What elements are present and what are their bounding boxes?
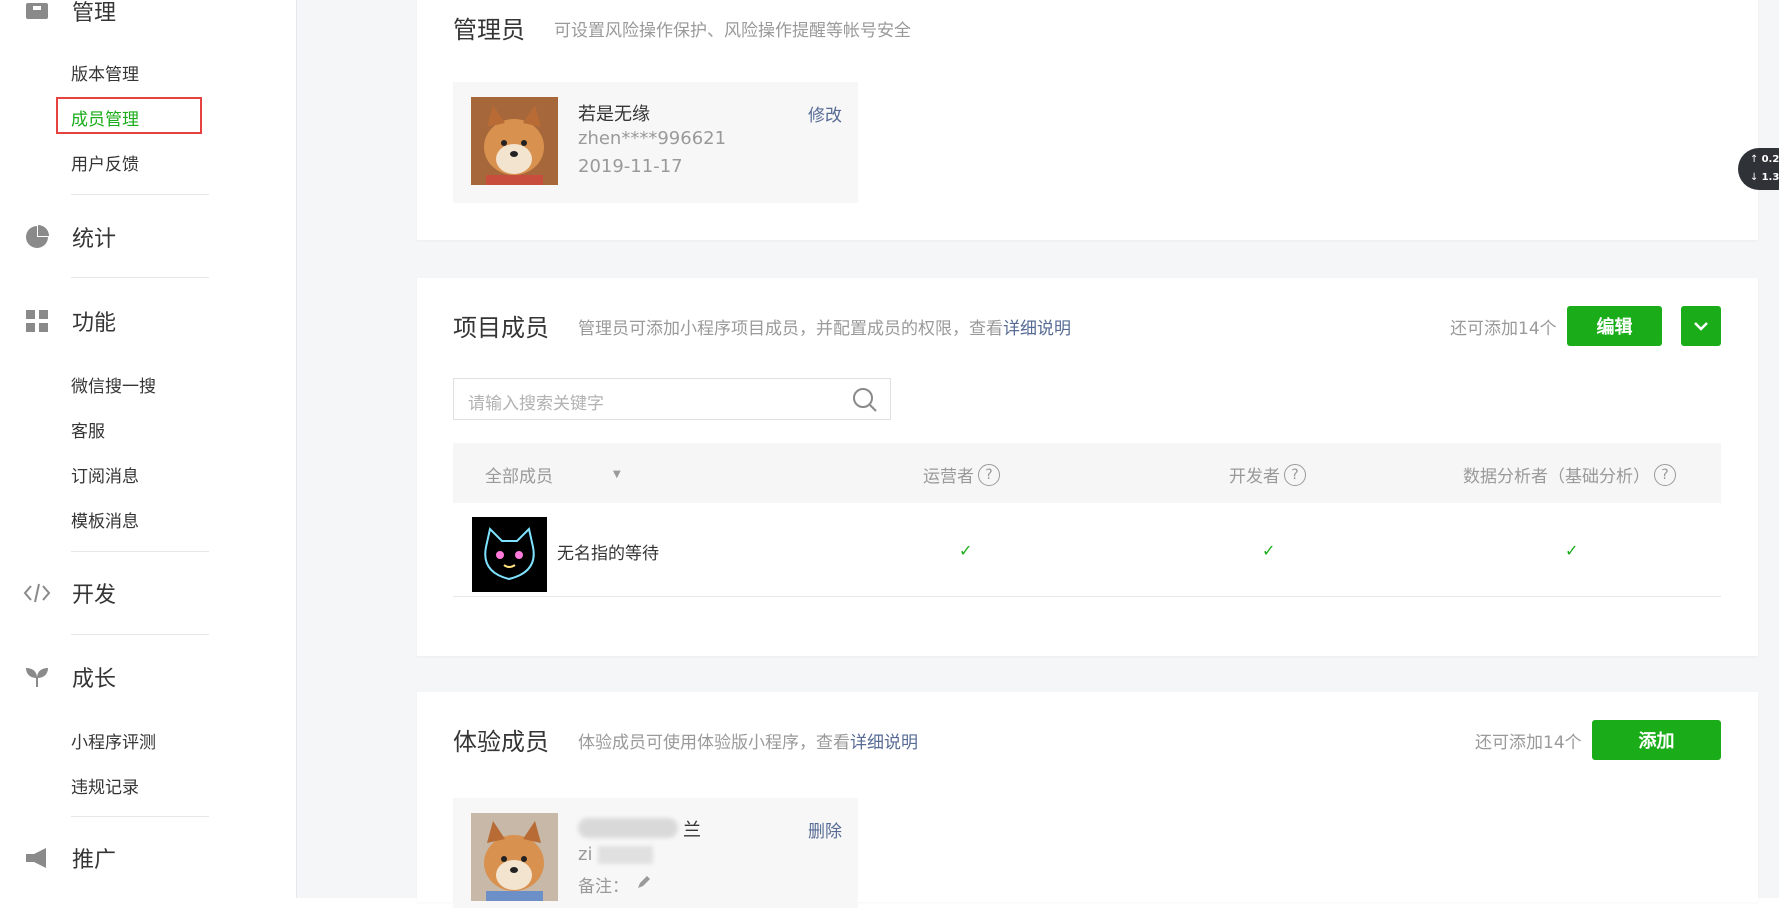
member-name-end: 兰 bbox=[683, 820, 701, 841]
nav-section-growth[interactable]: 成长 bbox=[22, 662, 116, 692]
detail-link[interactable]: 详细说明 bbox=[1003, 319, 1071, 339]
upload-speed: ↑ 0.2 bbox=[1750, 154, 1779, 165]
member-account: zi bbox=[578, 844, 593, 865]
divider bbox=[71, 277, 209, 278]
trial-title: 体验成员 bbox=[453, 728, 549, 756]
megaphone-icon bbox=[22, 843, 52, 873]
upload-value: 0.2 bbox=[1761, 154, 1779, 165]
column-all-label: 全部成员 bbox=[485, 467, 553, 487]
project-desc: 管理员可添加小程序项目成员，并配置成员的权限，查看详细说明 bbox=[578, 314, 1071, 339]
manage-icon bbox=[22, 0, 52, 26]
help-icon[interactable]: ? bbox=[1284, 463, 1306, 486]
help-icon[interactable]: ? bbox=[1654, 463, 1676, 486]
developer-check-icon: ✓ bbox=[1262, 541, 1276, 560]
download-speed: ↓ 1.3 bbox=[1750, 172, 1779, 183]
sidebar-item-review[interactable]: 小程序评测 bbox=[71, 728, 156, 753]
column-developer-label: 开发者 bbox=[1229, 467, 1280, 487]
nav-section-label: 推广 bbox=[72, 848, 117, 873]
trial-members-card: 体验成员 体验成员可使用体验版小程序，查看详细说明 还可添加14个 添加 兰 z… bbox=[417, 692, 1758, 908]
pencil-icon[interactable] bbox=[636, 874, 652, 894]
remain-count: 还可添加14个 bbox=[1475, 733, 1582, 753]
blurred-name bbox=[578, 818, 678, 838]
column-operator-label: 运营者 bbox=[923, 467, 974, 487]
nav-section-label: 开发 bbox=[72, 583, 117, 608]
filter-all-members[interactable]: 全部成员 ▼ bbox=[485, 462, 621, 487]
admin-card: 管理员 可设置风险操作保护、风险操作提醒等帐号安全 若是无缘 zhen****9… bbox=[417, 0, 1758, 240]
network-speed-widget: ↑ 0.2 ↓ 1.3 bbox=[1738, 148, 1779, 190]
admin-desc: 可设置风险操作保护、风险操作提醒等帐号安全 bbox=[554, 21, 911, 41]
edit-button[interactable]: 编辑 bbox=[1567, 306, 1662, 346]
avatar bbox=[471, 813, 558, 901]
member-date: 2019-11-17 bbox=[578, 156, 683, 177]
pie-chart-icon bbox=[22, 222, 52, 252]
search-icon[interactable] bbox=[852, 387, 878, 417]
analyst-check-icon: ✓ bbox=[1565, 541, 1579, 560]
nav-section-promote[interactable]: 推广 bbox=[22, 843, 116, 873]
sidebar-item-violations[interactable]: 违规记录 bbox=[71, 773, 139, 798]
member-account: zhen****996621 bbox=[578, 128, 727, 149]
trial-member-card: 兰 zi 备注： 删除 bbox=[453, 798, 858, 908]
member-name: 若是无缘 bbox=[578, 104, 650, 125]
nav-section-label: 统计 bbox=[72, 227, 117, 252]
chevron-down-icon bbox=[1694, 322, 1708, 331]
delete-member-link[interactable]: 删除 bbox=[808, 817, 842, 842]
detail-link[interactable]: 详细说明 bbox=[850, 733, 918, 753]
member-name: 无名指的等待 bbox=[557, 544, 659, 564]
divider bbox=[71, 634, 209, 635]
dropdown-toggle-button[interactable] bbox=[1681, 306, 1721, 346]
project-members-card: 项目成员 管理员可添加小程序项目成员，并配置成员的权限，查看详细说明 还可添加1… bbox=[417, 278, 1758, 656]
nav-section-label: 管理 bbox=[72, 1, 117, 26]
divider bbox=[71, 551, 209, 552]
sidebar-item-wechat-search[interactable]: 微信搜一搜 bbox=[71, 372, 156, 397]
help-icon[interactable]: ? bbox=[978, 463, 1000, 486]
sidebar-item-version[interactable]: 版本管理 bbox=[71, 60, 139, 85]
remain-count: 还可添加14个 bbox=[1450, 319, 1557, 339]
edit-admin-link[interactable]: 修改 bbox=[808, 101, 842, 126]
add-button[interactable]: 添加 bbox=[1592, 720, 1721, 760]
sprout-icon bbox=[22, 662, 52, 692]
avatar bbox=[472, 517, 547, 592]
sidebar: 管理 版本管理 成员管理 用户反馈 统计 功能 微信搜一搜 客服 订阅消息 模板… bbox=[0, 0, 297, 898]
caret-down-icon: ▼ bbox=[613, 469, 621, 480]
sidebar-item-feedback[interactable]: 用户反馈 bbox=[71, 150, 139, 175]
trial-desc: 体验成员可使用体验版小程序，查看详细说明 bbox=[578, 728, 918, 753]
download-value: 1.3 bbox=[1761, 172, 1779, 183]
blurred-account bbox=[598, 846, 653, 864]
sidebar-item-template-msg[interactable]: 模板消息 bbox=[71, 507, 139, 532]
admin-member-card: 若是无缘 zhen****996621 2019-11-17 修改 bbox=[453, 82, 858, 203]
column-analyst: 数据分析者（基础分析）? bbox=[1463, 462, 1676, 487]
sidebar-item-subscribe-msg[interactable]: 订阅消息 bbox=[71, 462, 139, 487]
operator-check-icon: ✓ bbox=[959, 541, 973, 560]
code-icon bbox=[22, 578, 52, 608]
table-row: 无名指的等待 ✓ ✓ ✓ bbox=[453, 503, 1721, 597]
column-analyst-label: 数据分析者（基础分析） bbox=[1463, 467, 1650, 487]
nav-section-features[interactable]: 功能 bbox=[22, 306, 116, 336]
avatar bbox=[471, 97, 558, 185]
project-desc-text: 管理员可添加小程序项目成员，并配置成员的权限，查看 bbox=[578, 319, 1003, 339]
nav-section-manage[interactable]: 管理 bbox=[22, 0, 116, 26]
project-title: 项目成员 bbox=[453, 314, 549, 342]
trial-desc-text: 体验成员可使用体验版小程序，查看 bbox=[578, 733, 850, 753]
nav-section-stats[interactable]: 统计 bbox=[22, 222, 116, 252]
members-table-header: 全部成员 ▼ 运营者? 开发者? 数据分析者（基础分析）? bbox=[453, 443, 1721, 503]
admin-title: 管理员 bbox=[453, 16, 525, 44]
sidebar-item-customer-service[interactable]: 客服 bbox=[71, 417, 105, 442]
grid-icon bbox=[22, 306, 52, 336]
nav-section-develop[interactable]: 开发 bbox=[22, 578, 116, 608]
divider bbox=[71, 194, 209, 195]
search-placeholder: 请输入搜索关键字 bbox=[468, 394, 604, 414]
nav-section-label: 成长 bbox=[72, 667, 117, 692]
column-operator: 运营者? bbox=[923, 462, 1000, 487]
note-label: 备注： bbox=[578, 877, 629, 897]
divider bbox=[71, 816, 209, 817]
search-input[interactable]: 请输入搜索关键字 bbox=[453, 378, 891, 420]
nav-section-label: 功能 bbox=[72, 311, 117, 336]
highlight-box bbox=[56, 97, 202, 134]
column-developer: 开发者? bbox=[1229, 462, 1306, 487]
